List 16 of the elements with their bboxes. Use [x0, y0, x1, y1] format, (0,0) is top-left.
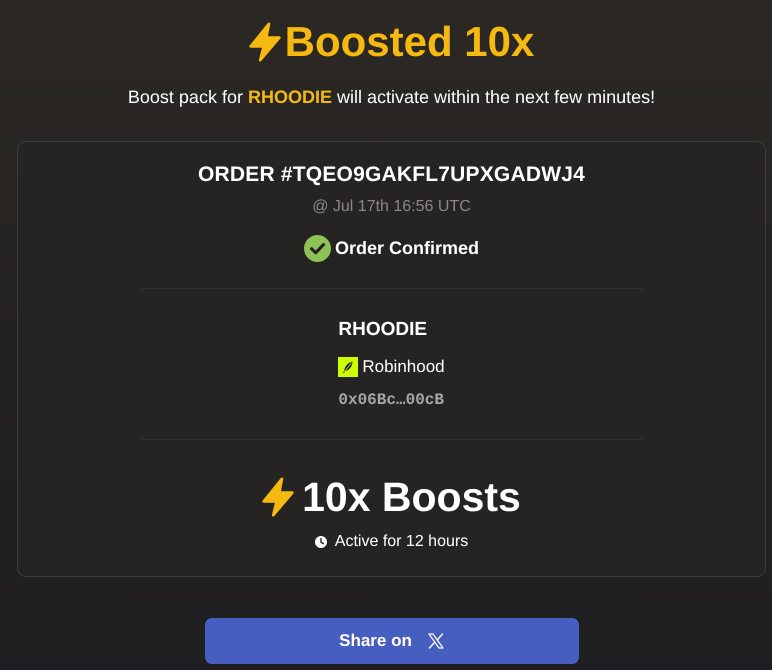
lightning-icon [262, 477, 294, 517]
boost-duration: Active for 12 hours [334, 532, 468, 552]
feather-icon [338, 357, 358, 377]
order-number: ORDER #TQEO9GAKFL7UPXGADWJ4 [198, 163, 585, 186]
x-logo-icon [428, 633, 444, 649]
clock-icon [314, 536, 327, 548]
order-timestamp: @ Jul 17th 16:56 UTC [312, 198, 471, 215]
page-title: Boosted 10x [284, 17, 534, 67]
subtitle-text: Boost pack for RHOODIE will activate within the next few minutes! [128, 86, 656, 109]
lightning-icon [248, 22, 281, 62]
token-address: 0x06Bc…00cB [338, 391, 444, 409]
token-symbol: RHOODIE [338, 319, 428, 340]
chain-name: Robinhood [362, 356, 445, 378]
status-label: Order Confirmed [334, 237, 480, 260]
share-button[interactable]: Share on [204, 618, 578, 664]
boost-title: 10x Boosts [302, 473, 521, 522]
